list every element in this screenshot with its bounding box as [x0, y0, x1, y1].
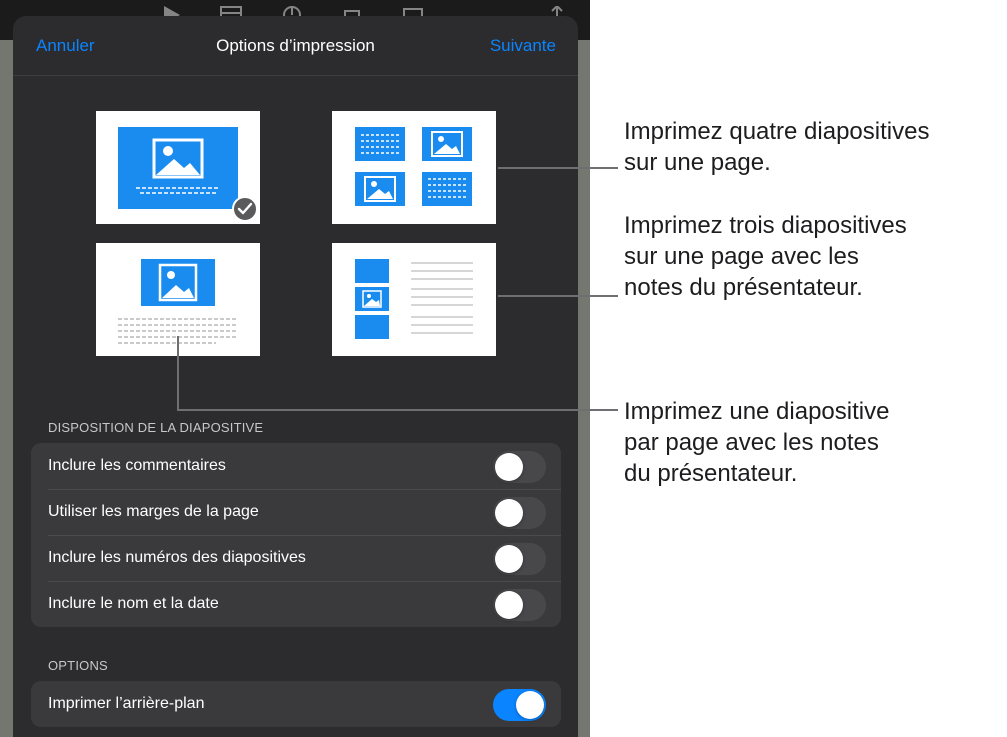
callout-line: du présentateur.	[624, 460, 798, 487]
callout-one-slide-notes: Imprimez une diapositive par page avec l…	[624, 396, 889, 489]
callout-four-slides: Imprimez quatre diapositives sur une pag…	[624, 116, 929, 178]
callout-line: sur une page avec les	[624, 243, 859, 270]
callout-leader-lines	[177, 167, 618, 411]
callout-line: notes du présentateur.	[624, 274, 863, 301]
callout-line: sur une page.	[624, 149, 771, 176]
callout-line: Imprimez trois diapositives	[624, 212, 907, 239]
callout-line: par page avec les notes	[624, 429, 879, 456]
callout-three-slides-notes: Imprimez trois diapositives sur une page…	[624, 210, 907, 303]
callout-line: Imprimez une diapositive	[624, 398, 890, 425]
callout-line: Imprimez quatre diapositives	[624, 118, 930, 145]
